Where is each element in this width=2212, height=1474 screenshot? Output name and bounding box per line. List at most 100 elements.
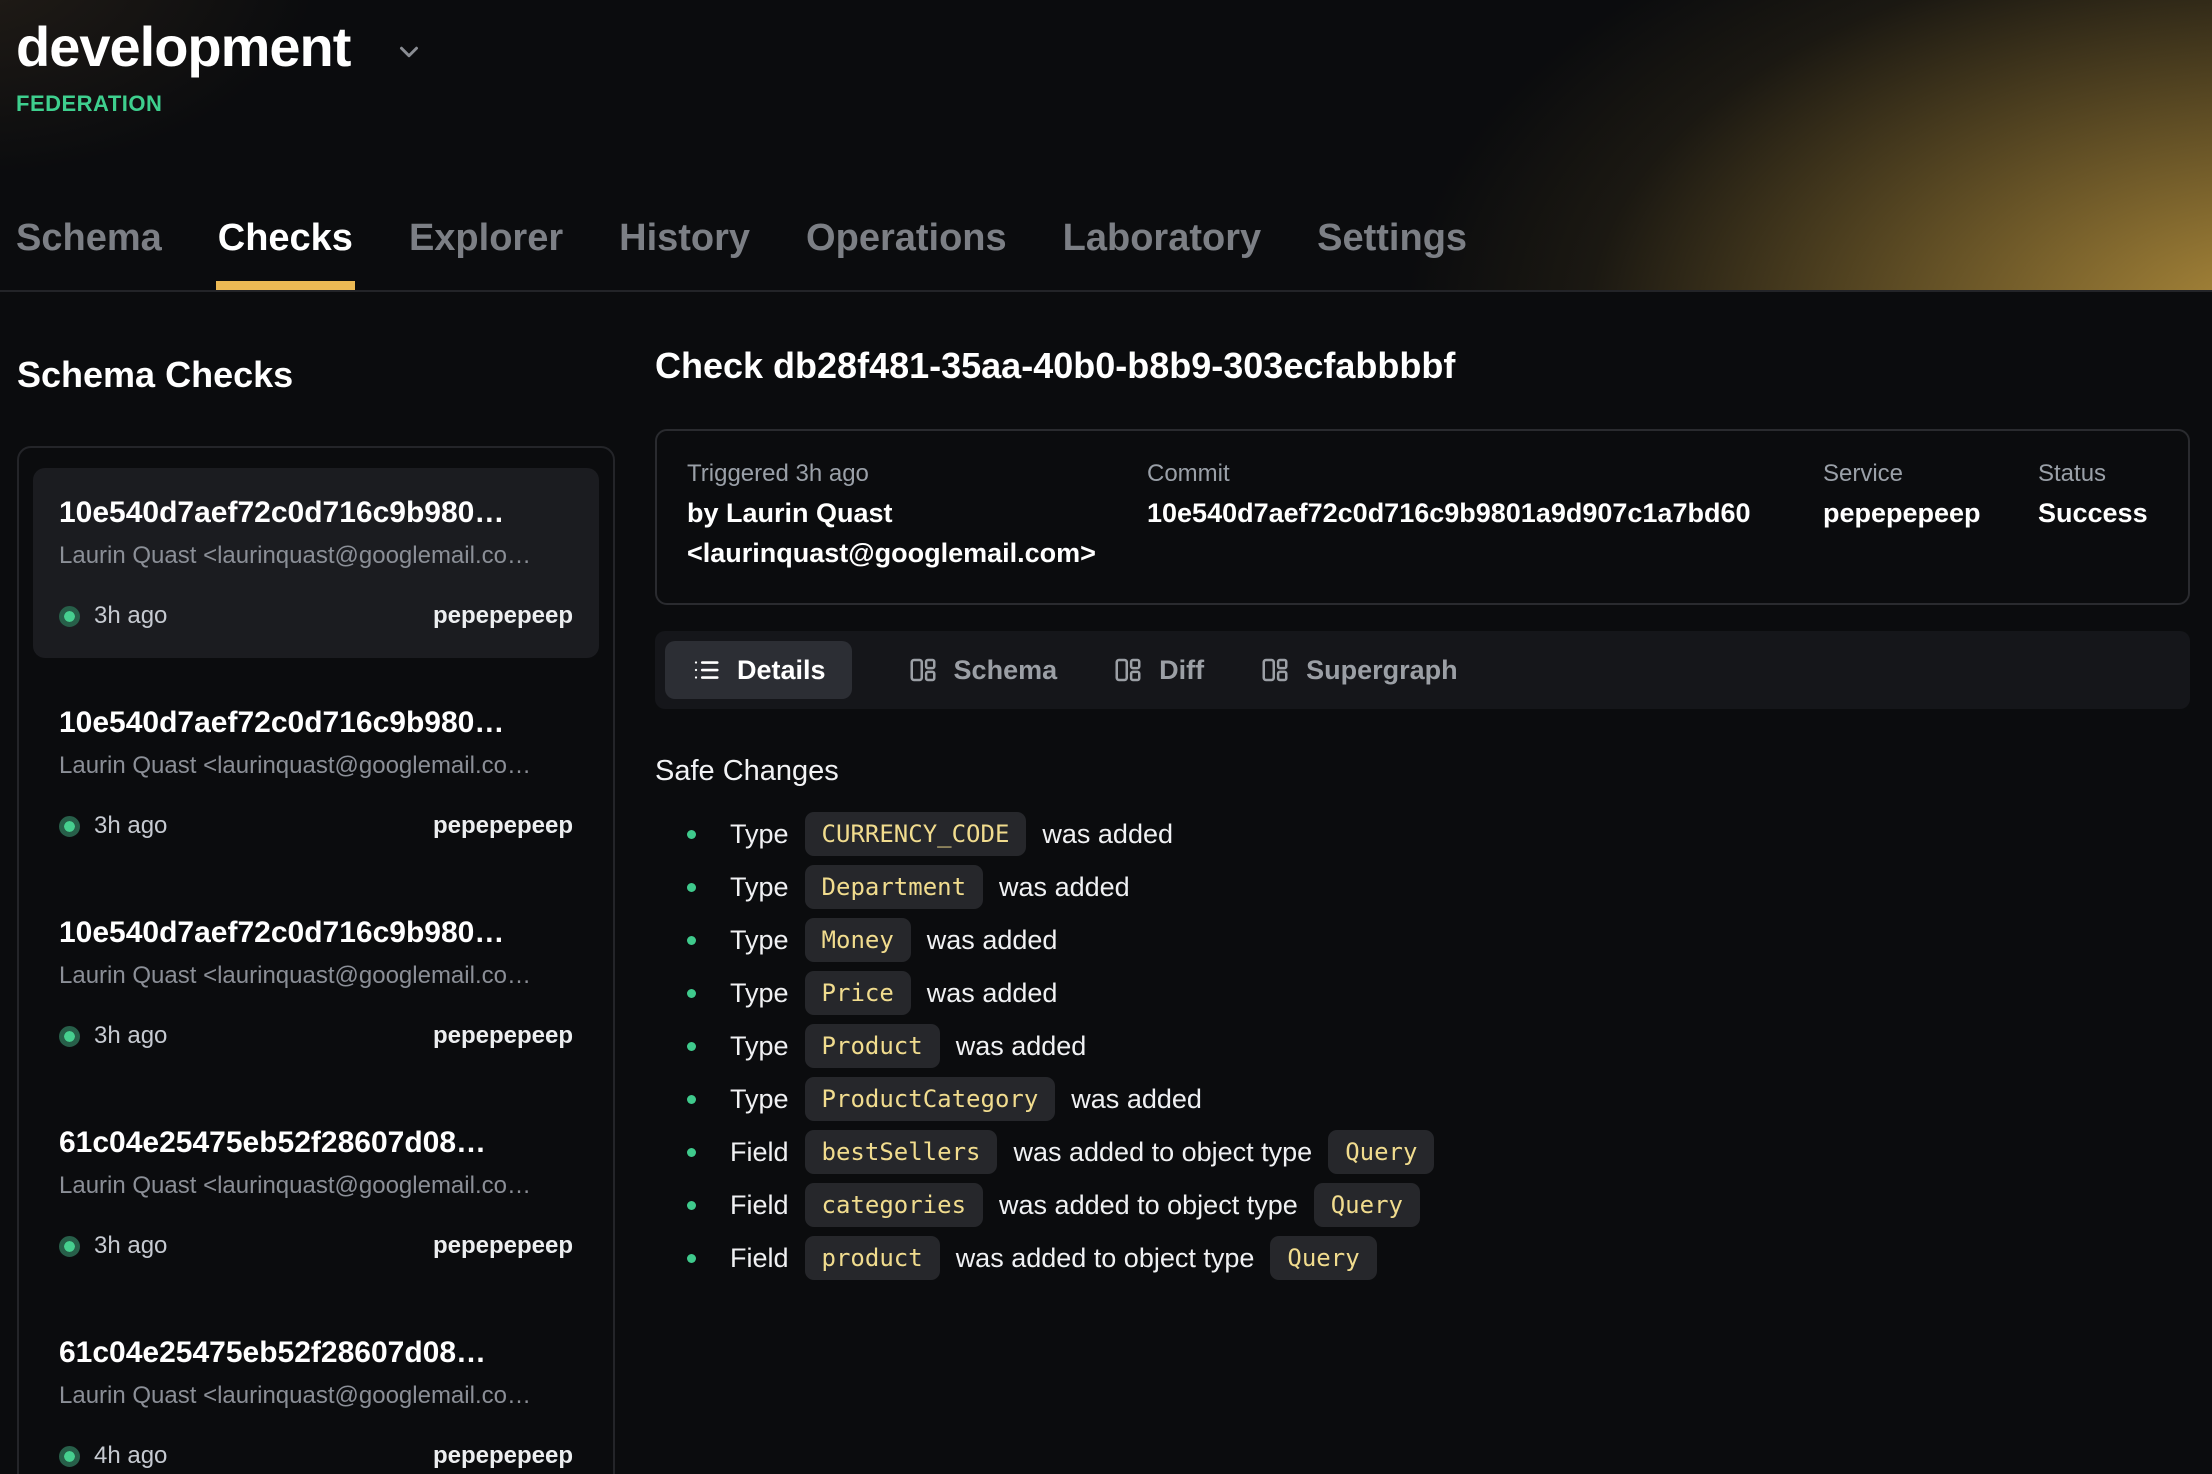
tab-settings[interactable]: Settings [1317, 217, 1467, 290]
change-code: product [805, 1236, 940, 1280]
check-detail-title: Check db28f481-35aa-40b0-b8b9-303ecfabbb… [655, 345, 2190, 387]
change-prefix: Type [730, 872, 789, 903]
check-list-item[interactable]: 61c04e25475eb52f28607d08… Laurin Quast <… [33, 1308, 599, 1474]
triggered-email: <laurinquast@googlemail.com> [687, 533, 1147, 573]
check-service: pepepepeep [433, 812, 573, 840]
chevron-down-icon [394, 37, 424, 67]
federation-badge: FEDERATION [16, 91, 2212, 117]
change-suffix: was added [956, 1031, 1087, 1062]
check-author: Laurin Quast <laurinquast@googlemail.co… [59, 1382, 573, 1410]
tab-explorer[interactable]: Explorer [409, 217, 563, 290]
service-label: Service [1823, 455, 2038, 493]
check-time: 3h ago [94, 602, 167, 630]
bullet-dot-icon [687, 1148, 696, 1157]
check-hash: 61c04e25475eb52f28607d08… [59, 1126, 573, 1160]
check-detail-panel: Check db28f481-35aa-40b0-b8b9-303ecfabbb… [655, 292, 2190, 1472]
app-header: development FEDERATION Schema Checks Exp… [0, 0, 2212, 292]
check-list-item[interactable]: 61c04e25475eb52f28607d08… Laurin Quast <… [33, 1098, 599, 1288]
change-prefix: Type [730, 819, 789, 850]
checks-sidebar: Schema Checks 10e540d7aef72c0d716c9b980…… [17, 292, 615, 1472]
tab-schema[interactable]: Schema [16, 217, 162, 290]
list-icon [691, 655, 721, 685]
change-prefix: Field [730, 1243, 789, 1274]
change-row: Type Product was added [655, 1024, 2190, 1068]
check-meta: 3h ago pepepepeep [59, 602, 573, 630]
detail-tabs: Details Schema [655, 631, 2190, 709]
change-row: Type CURRENCY_CODE was added [655, 812, 2190, 856]
change-code: Price [805, 971, 911, 1015]
check-hash: 61c04e25475eb52f28607d08… [59, 1336, 573, 1370]
change-code: CURRENCY_CODE [805, 812, 1027, 856]
safe-changes-title: Safe Changes [655, 755, 2190, 788]
check-list-item[interactable]: 10e540d7aef72c0d716c9b980… Laurin Quast … [33, 888, 599, 1078]
panels-icon [1260, 655, 1290, 685]
check-service: pepepepeep [433, 1442, 573, 1470]
bullet-dot-icon [687, 883, 696, 892]
check-hash: 10e540d7aef72c0d716c9b980… [59, 706, 573, 740]
check-list-item[interactable]: 10e540d7aef72c0d716c9b980… Laurin Quast … [33, 678, 599, 868]
tab-diff-label: Diff [1159, 655, 1204, 686]
change-code: ProductCategory [805, 1077, 1056, 1121]
tab-details-label: Details [737, 655, 826, 686]
check-service: pepepepeep [433, 1022, 573, 1050]
check-meta: 3h ago pepepepeep [59, 812, 573, 840]
tab-detail-supergraph[interactable]: Supergraph [1260, 655, 1458, 686]
change-suffix: was added [927, 978, 1058, 1009]
workspace-switcher-button[interactable] [394, 37, 424, 67]
check-meta: 4h ago pepepepeep [59, 1442, 573, 1470]
check-time: 3h ago [94, 1232, 167, 1260]
bullet-dot-icon [687, 989, 696, 998]
change-row: Type Money was added [655, 918, 2190, 962]
meta-commit: Commit 10e540d7aef72c0d716c9b9801a9d907c… [1147, 455, 1823, 573]
success-dot-icon [59, 1236, 80, 1257]
workspace-row: development [16, 14, 2212, 79]
workspace-name[interactable]: development [16, 14, 350, 79]
bullet-dot-icon [687, 1201, 696, 1210]
service-name: pepepepeep [1823, 493, 2038, 533]
bullet-dot-icon [687, 936, 696, 945]
tab-schema-label: Schema [954, 655, 1058, 686]
check-service: pepepepeep [433, 1232, 573, 1260]
tab-detail-diff[interactable]: Diff [1113, 655, 1204, 686]
success-dot-icon [59, 1026, 80, 1047]
tab-detail-schema[interactable]: Schema [908, 655, 1058, 686]
commit-label: Commit [1147, 455, 1823, 493]
tab-details[interactable]: Details [665, 641, 852, 699]
change-code: bestSellers [805, 1130, 998, 1174]
bullet-dot-icon [687, 1042, 696, 1051]
panels-icon [1113, 655, 1143, 685]
check-time: 3h ago [94, 1022, 167, 1050]
change-prefix: Field [730, 1190, 789, 1221]
check-meta-box: Triggered 3h ago by Laurin Quast <laurin… [655, 429, 2190, 605]
bullet-dot-icon [687, 1254, 696, 1263]
triggered-label: Triggered 3h ago [687, 455, 1147, 493]
success-dot-icon [59, 816, 80, 837]
change-prefix: Type [730, 1084, 789, 1115]
tab-operations[interactable]: Operations [806, 217, 1007, 290]
tab-laboratory[interactable]: Laboratory [1063, 217, 1261, 290]
check-list-item[interactable]: 10e540d7aef72c0d716c9b980… Laurin Quast … [33, 468, 599, 658]
change-code-target: Query [1328, 1130, 1434, 1174]
check-hash: 10e540d7aef72c0d716c9b980… [59, 916, 573, 950]
change-row: Field bestSellers was added to object ty… [655, 1130, 2190, 1174]
change-suffix: was added to object type [956, 1243, 1255, 1274]
success-dot-icon [59, 606, 80, 627]
check-time: 3h ago [94, 812, 167, 840]
change-suffix: was added [927, 925, 1058, 956]
changes-list: Type CURRENCY_CODE was added Type Depart… [655, 812, 2190, 1280]
change-row: Field product was added to object type Q… [655, 1236, 2190, 1280]
top-nav: Schema Checks Explorer History Operation… [16, 217, 1467, 290]
checks-list: 10e540d7aef72c0d716c9b980… Laurin Quast … [17, 446, 615, 1474]
tab-checks[interactable]: Checks [218, 217, 353, 290]
change-suffix: was added to object type [999, 1190, 1298, 1221]
change-suffix: was added [1071, 1084, 1202, 1115]
change-code: Money [805, 918, 911, 962]
tab-history[interactable]: History [619, 217, 750, 290]
bullet-dot-icon [687, 1095, 696, 1104]
change-code-target: Query [1270, 1236, 1376, 1280]
check-author: Laurin Quast <laurinquast@googlemail.co… [59, 542, 573, 570]
change-row: Field categories was added to object typ… [655, 1183, 2190, 1227]
check-meta: 3h ago pepepepeep [59, 1022, 573, 1050]
change-prefix: Type [730, 925, 789, 956]
change-row: Type Department was added [655, 865, 2190, 909]
